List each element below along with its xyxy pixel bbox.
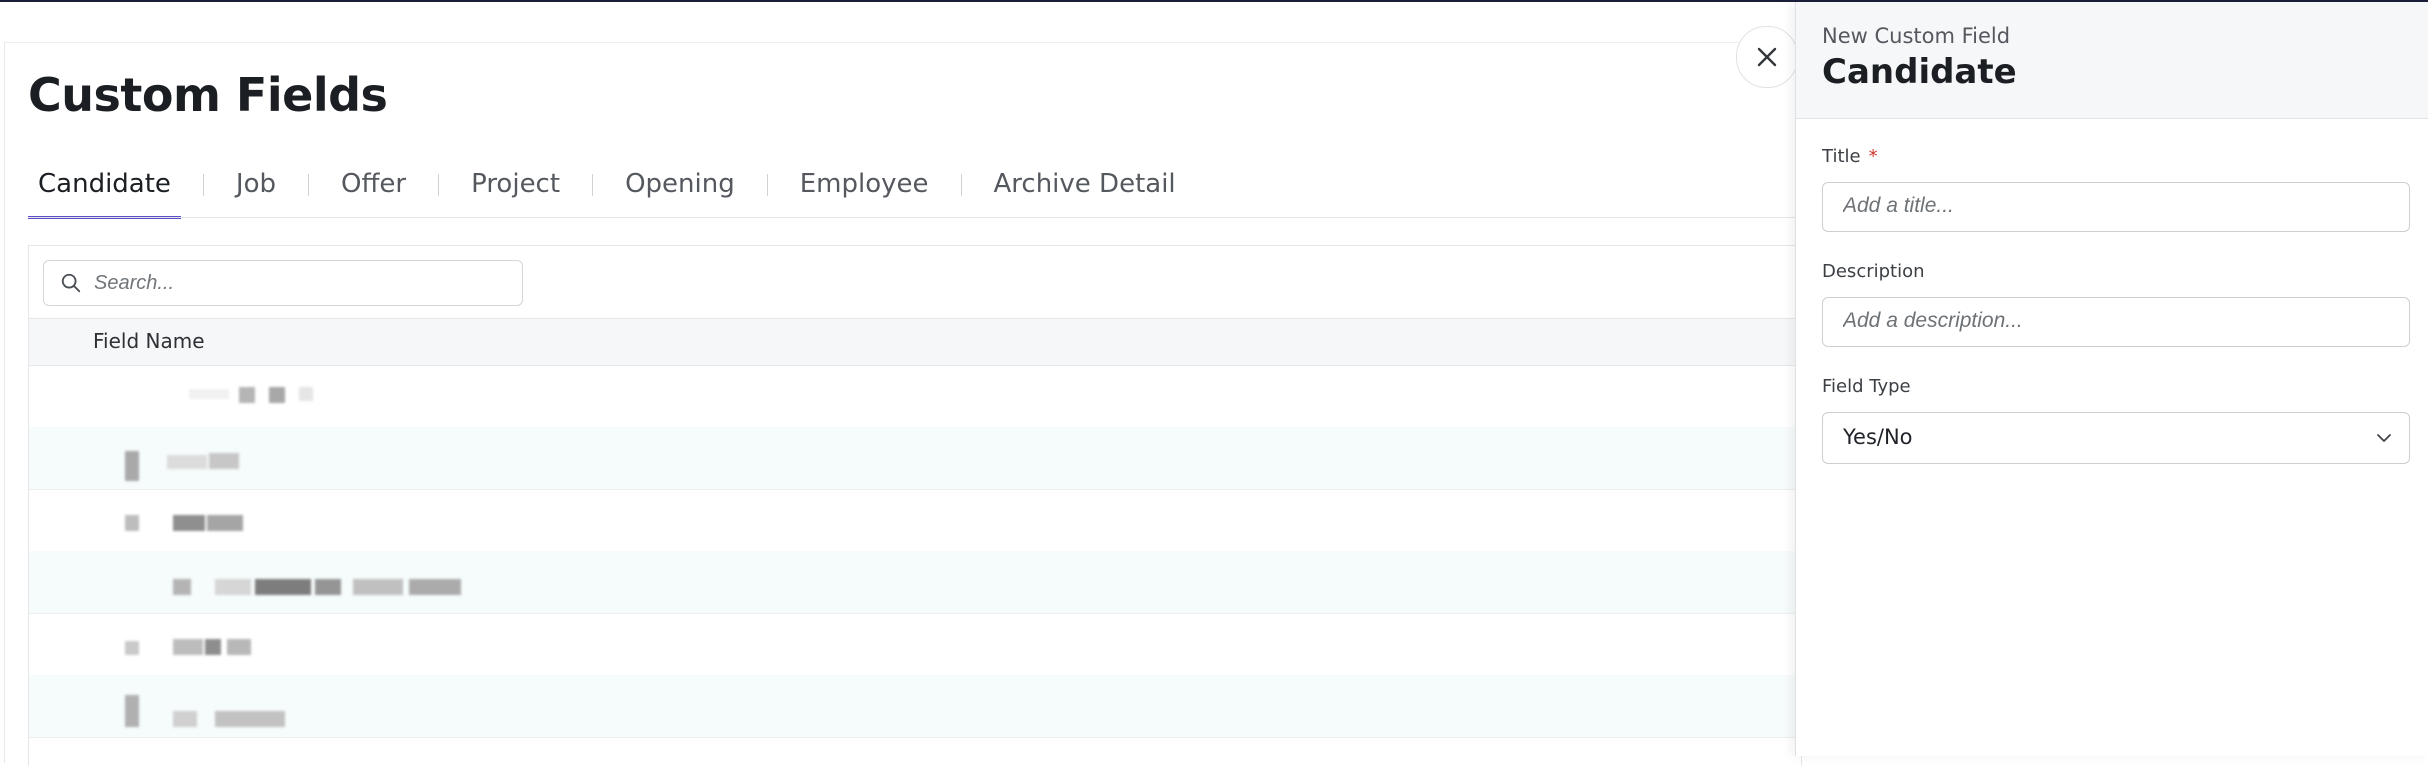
drawer-subtitle: New Custom Field xyxy=(1822,24,2011,48)
redacted-field-name xyxy=(89,627,849,663)
table-header: Field Name xyxy=(29,318,1801,366)
tab-offer[interactable]: Offer xyxy=(331,162,416,216)
close-icon xyxy=(1757,47,1777,67)
tab-opening[interactable]: Opening xyxy=(615,162,745,216)
tab-separator xyxy=(960,174,962,196)
close-drawer-button[interactable] xyxy=(1736,26,1798,88)
tab-employee[interactable]: Employee xyxy=(790,162,939,216)
redacted-field-name xyxy=(89,689,849,727)
title-field[interactable] xyxy=(1822,182,2410,232)
required-marker: * xyxy=(1868,146,1878,167)
table-row[interactable] xyxy=(29,365,1801,428)
column-header-field-name[interactable]: Field Name xyxy=(93,329,205,353)
description-label: Description xyxy=(1822,261,1925,282)
drawer-title: Candidate xyxy=(1822,52,2017,92)
chevron-down-icon xyxy=(2377,434,2391,442)
redacted-field-name xyxy=(89,379,849,415)
table-row[interactable] xyxy=(29,489,1801,552)
tab-separator xyxy=(592,174,594,196)
field-type-value: Yes/No xyxy=(1843,425,1913,449)
table-row[interactable] xyxy=(29,551,1801,614)
tab-project[interactable]: Project xyxy=(461,162,570,216)
search-icon xyxy=(61,273,81,293)
search-input[interactable] xyxy=(92,270,496,296)
search-box[interactable] xyxy=(43,260,523,306)
tab-separator xyxy=(202,174,204,196)
tabs-divider xyxy=(28,217,1800,218)
tab-separator xyxy=(766,174,768,196)
title-input[interactable] xyxy=(1841,193,2395,219)
page-title: Custom Fields xyxy=(28,68,388,122)
redacted-field-name xyxy=(89,503,849,539)
redacted-field-name xyxy=(89,565,849,601)
table-row[interactable] xyxy=(29,613,1801,676)
tab-job[interactable]: Job xyxy=(226,162,286,216)
table-row[interactable] xyxy=(29,675,1801,738)
fields-table-panel: Field Name xyxy=(28,245,1802,766)
title-label: Title * xyxy=(1822,146,1878,167)
drawer-header: New Custom Field Candidate xyxy=(1796,2,2428,119)
description-field[interactable] xyxy=(1822,297,2410,347)
table-row[interactable] xyxy=(29,427,1801,490)
tab-separator xyxy=(438,174,440,196)
field-type-select[interactable]: Yes/No xyxy=(1822,412,2410,464)
new-custom-field-drawer: New Custom Field Candidate Title * Descri… xyxy=(1795,2,2428,756)
redacted-field-name xyxy=(89,441,849,481)
tab-archive-detail[interactable]: Archive Detail xyxy=(984,162,1186,216)
tab-bar: Candidate Job Offer Project Opening Empl… xyxy=(28,162,1186,219)
title-label-text: Title xyxy=(1822,146,1861,167)
tab-candidate[interactable]: Candidate xyxy=(28,162,181,219)
field-type-label: Field Type xyxy=(1822,376,1911,397)
tab-separator xyxy=(308,174,310,196)
description-input[interactable] xyxy=(1841,308,2395,334)
